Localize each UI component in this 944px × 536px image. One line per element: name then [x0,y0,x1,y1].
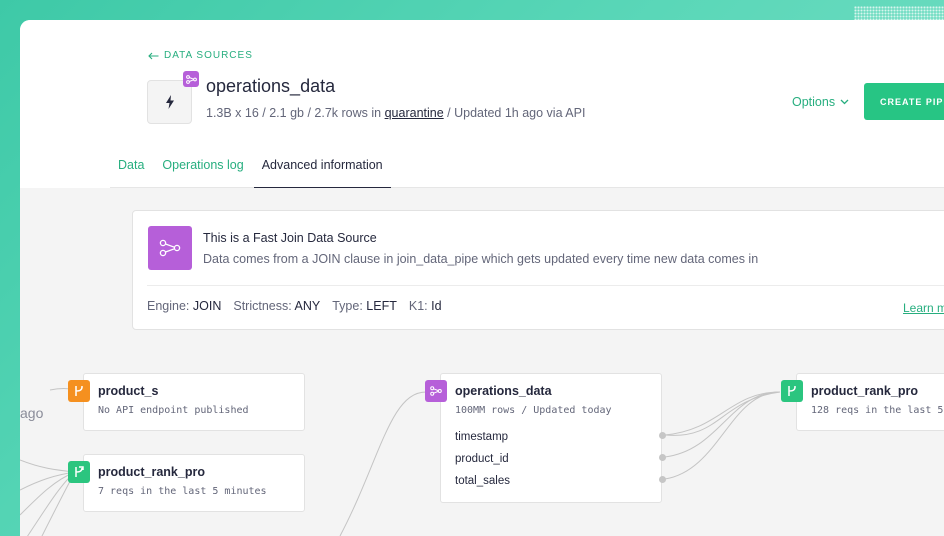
pipe-badge-green [781,380,803,402]
join-icon [159,239,181,257]
node-product-rank-pro-right[interactable]: product_rank_pro 128 reqs in the last 5 … [781,373,944,431]
info-title: This is a Fast Join Data Source [203,231,377,245]
endpoint-pipe-icon [75,466,84,477]
edge-out-3 [664,391,781,480]
k1-setting: K1: Id [408,299,442,313]
type-setting: Type: LEFT [332,299,397,313]
engine-value: JOIN [192,299,222,313]
info-divider [147,285,944,286]
node-title: product_rank_pro [811,384,918,398]
pipe-badge-green [68,461,90,483]
pipe-badge-orange [68,380,90,402]
edge-out-2 [664,391,781,458]
column-timestamp: timestamp [455,431,509,443]
pipe-icon [75,386,83,396]
column-product-id: product_id [455,453,509,465]
app-window: DATA SOURCES operations_data 1.3B x 16 /… [20,20,944,536]
k1-value: Id [431,299,442,313]
strictness-value: ANY [294,299,321,313]
engine-setting: Engine: JOIN [147,299,222,313]
column-port[interactable] [659,454,666,461]
edge-out-1 [664,391,781,436]
fast-join-info-card: This is a Fast Join Data Source Data com… [132,210,944,330]
node-title: product_s [98,384,159,398]
join-badge [425,380,447,402]
node-subtitle: 7 reqs in the last 5 minutes [98,486,267,497]
type-value: LEFT [366,299,397,313]
column-total-sales: total_sales [455,475,510,487]
node-operations-data[interactable]: operations_data 100MM rows / Updated tod… [425,373,666,503]
strictness-setting: Strictness: ANY [233,299,321,313]
node-subtitle: 100MM rows / Updated today [455,405,612,416]
node-subtitle: No API endpoint published [98,405,249,416]
column-port[interactable] [659,476,666,483]
node-product-s[interactable]: product_s No API endpoint published [68,373,305,431]
join-info-badge [148,226,192,270]
pipe-icon [788,386,796,396]
edge-left-2 [20,459,76,473]
node-product-rank-pro-left[interactable]: product_rank_pro 7 reqs in the last 5 mi… [68,454,305,512]
node-title: operations_data [455,384,552,398]
edge-to-operations [339,391,427,536]
join-settings: Engine: JOIN Strictness: ANY Type: LEFT … [147,299,442,313]
node-title: product_rank_pro [98,465,205,479]
decorative-dots [854,6,944,20]
join-icon [430,386,442,396]
edge-out-4 [664,391,781,436]
node-subtitle: 128 reqs in the last 5 minutes [811,405,944,416]
column-port[interactable] [659,432,666,439]
cut-off-text: ago [20,405,44,421]
learn-more-link[interactable]: Learn more [903,301,944,315]
info-description: Data comes from a JOIN clause in join_da… [203,252,759,266]
